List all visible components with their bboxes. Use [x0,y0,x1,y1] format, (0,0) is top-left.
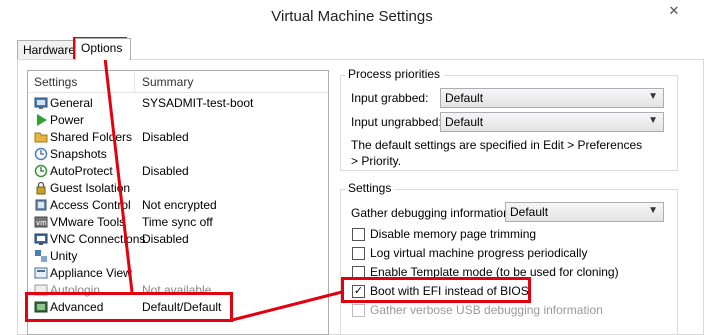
guest-isolation-icon [36,181,46,195]
list-item-appliance-view[interactable]: Appliance View [28,265,328,282]
chevron-down-icon: ▼ [648,91,658,102]
snapshots-icon [34,147,48,161]
list-item-summary: Time sync off [142,215,213,229]
checkmark-icon[interactable]: ✓ [352,285,365,298]
list-item-autologin[interactable]: Autologin Not available [28,282,328,299]
list-item-summary: Disabled [142,232,189,246]
unity-icon [35,250,47,262]
list-item-label: Appliance View [50,266,132,280]
column-header-settings[interactable]: Settings [34,75,77,89]
list-item-shared-folders[interactable]: Shared Folders Disabled [28,129,328,146]
list-item-label: Autologin [50,283,101,297]
list-item-label: Power [50,113,85,127]
gather-debugging-value: Default [510,205,549,219]
general-icon [34,97,48,109]
list-item-label: Shared Folders [50,130,133,144]
autologin-icon [34,284,48,296]
priority-note: The default settings are specified in Ed… [351,138,643,168]
list-item-summary: Default/Default [142,300,222,314]
input-ungrabbed-value: Default [445,115,484,129]
list-item-label: Access Control [50,198,131,212]
svg-text:vm: vm [36,219,47,227]
checkbox-label: Gather verbose USB debugging information [370,303,603,317]
checkbox-label: Disable memory page trimming [370,227,537,241]
appliance-view-icon [34,267,48,279]
list-item-general[interactable]: General SYSADMIT-test-boot [28,95,328,112]
list-item-summary: Not encrypted [142,198,217,212]
list-item-vmware-tools[interactable]: vm VMware Tools Time sync off [28,214,328,231]
list-item-label: General [50,96,93,110]
log-progress-checkbox[interactable]: Log virtual machine progress periodicall… [352,245,652,262]
gather-debugging-select[interactable]: Default ▼ [505,202,664,222]
input-grabbed-value: Default [445,91,484,105]
checkbox-label: Enable Template mode (to be used for clo… [370,265,619,279]
list-item-summary: Not available [142,283,212,297]
autoprotect-icon [34,164,48,178]
list-item-vnc-connections[interactable]: VNC Connections Disabled [28,231,328,248]
checkbox-box[interactable] [352,228,365,241]
access-control-icon [35,199,47,211]
list-item-unity[interactable]: Unity [28,248,328,265]
list-item-guest-isolation[interactable]: Guest Isolation [28,180,328,197]
input-grabbed-select[interactable]: Default ▼ [440,88,664,108]
input-grabbed-label: Input grabbed: [351,91,429,105]
column-separator[interactable] [134,71,135,93]
list-item-label: Snapshots [50,147,107,161]
title-bar: Virtual Machine Settings ✕ [0,0,704,32]
verbose-usb-checkbox[interactable]: Gather verbose USB debugging information [352,302,652,319]
boot-efi-checkbox[interactable]: ✓ Boot with EFI instead of BIOS [352,283,652,300]
list-item-label: Guest Isolation [50,181,131,195]
list-item-summary: Disabled [142,164,189,178]
column-header-summary[interactable]: Summary [142,75,193,89]
tab-hardware[interactable]: Hardware [17,40,75,60]
gather-debugging-label: Gather debugging information: [351,206,514,220]
advanced-icon [34,301,48,313]
window-title: Virtual Machine Settings [271,8,433,25]
chevron-down-icon: ▼ [648,205,658,216]
vmware-tools-icon: vm [34,216,48,228]
process-priorities-title: Process priorities [345,67,444,81]
checkbox-box[interactable] [352,266,365,279]
chevron-down-icon: ▼ [648,115,658,126]
vnc-icon [34,233,48,245]
input-ungrabbed-label: Input ungrabbed: [351,115,442,129]
checkbox-box[interactable] [352,247,365,260]
list-header: Settings Summary [28,71,328,93]
disable-memory-trimming-checkbox[interactable]: Disable memory page trimming [352,226,652,243]
checkbox-label: Boot with EFI instead of BIOS [370,284,529,298]
power-icon [37,114,47,126]
list-item-label: Advanced [50,300,104,314]
enable-template-mode-checkbox[interactable]: Enable Template mode (to be used for clo… [352,264,672,281]
tab-options[interactable]: Options [75,38,131,60]
settings-list[interactable]: Settings Summary General SYSADMIT-test-b… [27,70,329,335]
list-item-power[interactable]: Power [28,112,328,129]
input-ungrabbed-select[interactable]: Default ▼ [440,112,664,132]
list-item-label: VNC Connections [50,232,146,246]
checkbox-label: Log virtual machine progress periodicall… [370,246,588,260]
checkbox-box [352,304,365,317]
list-item-snapshots[interactable]: Snapshots [28,146,328,163]
list-item-label: AutoProtect [50,164,113,178]
shared-folders-icon [34,132,48,143]
list-item-access-control[interactable]: Access Control Not encrypted [28,197,328,214]
list-item-label: Unity [50,249,78,263]
close-button[interactable]: ✕ [663,2,685,20]
list-item-advanced[interactable]: Advanced Default/Default [28,299,328,316]
list-item-autoprotect[interactable]: AutoProtect Disabled [28,163,328,180]
settings-group-title: Settings [345,181,395,195]
list-item-summary: SYSADMIT-test-boot [142,96,254,110]
list-item-summary: Disabled [142,130,189,144]
list-item-label: VMware Tools [50,215,126,229]
